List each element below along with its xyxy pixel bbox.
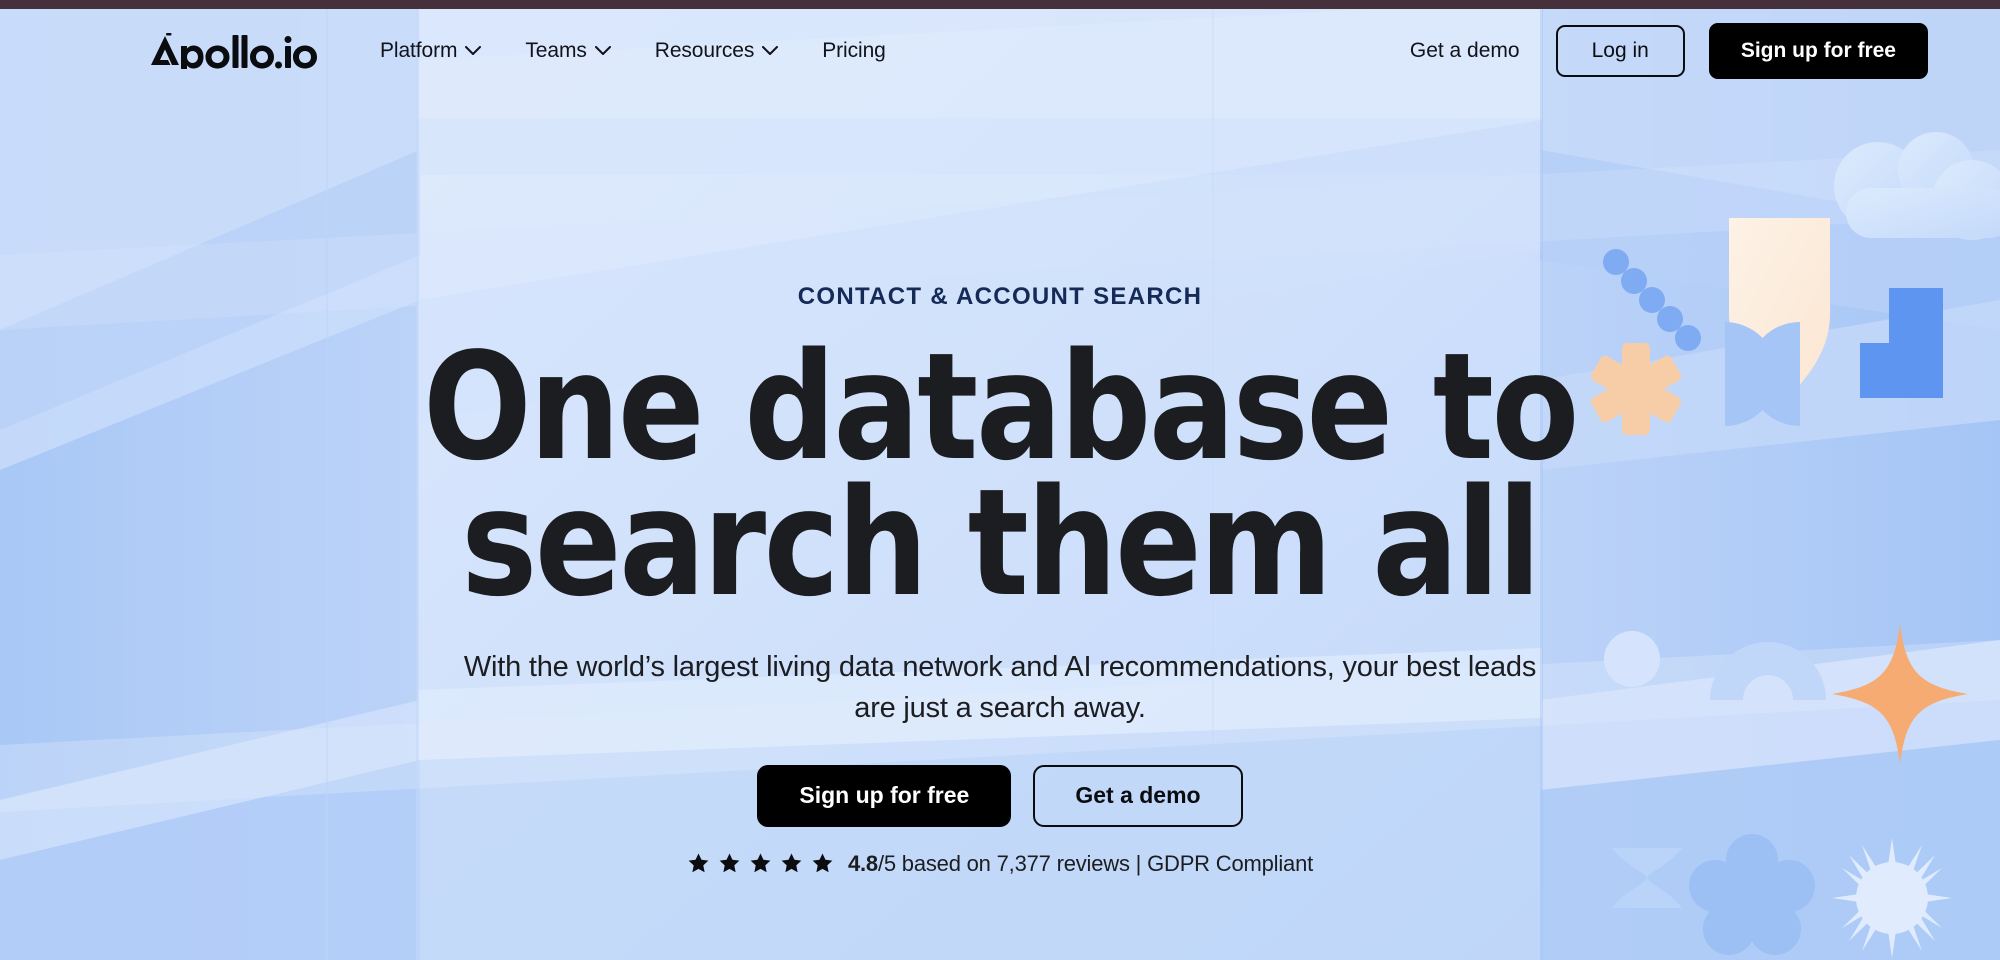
rating-row: 4.8/5 based on 7,377 reviews | GDPR Comp…: [687, 851, 1313, 877]
hero-headline: One database to search them all: [423, 321, 1579, 630]
rating-suffix: /5 based on 7,377 reviews | GDPR Complia…: [877, 850, 1314, 876]
nav-item-label: Resources: [654, 38, 755, 62]
hero-section: CONTACT & ACCOUNT SEARCH One database to…: [0, 92, 2000, 960]
hero-demo-button[interactable]: Get a demo: [1033, 764, 1243, 827]
nav-item-label: Platform: [380, 38, 458, 62]
hero-signup-button[interactable]: Sign up for free: [757, 764, 1012, 827]
chevron-down-icon: [594, 45, 611, 55]
rating-score: 4.8: [847, 850, 878, 876]
signup-button-nav[interactable]: Sign up for free: [1708, 22, 1928, 79]
hero-subheadline: With the world’s largest living data net…: [463, 651, 1537, 725]
headline-line-2: search them all: [461, 457, 1541, 630]
nav-links: Platform Teams Resources Pricing: [358, 29, 908, 73]
star-icon: [781, 853, 802, 873]
star-icon: [688, 853, 709, 873]
hero-cta-row: Sign up for free Get a demo: [757, 764, 1243, 827]
star-icon: [812, 853, 833, 873]
nav-item-resources[interactable]: Resources: [633, 29, 800, 73]
nav-get-a-demo-link[interactable]: Get a demo: [1398, 29, 1532, 73]
nav-item-pricing[interactable]: Pricing: [800, 29, 908, 73]
nav-item-label: Teams: [525, 38, 587, 62]
chevron-down-icon: [465, 45, 482, 55]
star-icon: [750, 853, 771, 873]
login-button[interactable]: Log in: [1555, 24, 1685, 77]
top-accent-bar: [0, 0, 2000, 9]
main-navigation: Platform Teams Resources Pricing Get a d…: [0, 9, 2000, 92]
apollo-logo[interactable]: [150, 31, 318, 71]
nav-item-platform[interactable]: Platform: [358, 29, 503, 73]
chevron-down-icon: [762, 45, 779, 55]
rating-text: 4.8/5 based on 7,377 reviews | GDPR Comp…: [848, 851, 1313, 877]
hero-eyebrow: CONTACT & ACCOUNT SEARCH: [797, 283, 1203, 310]
nav-actions: Get a demo Log in Sign up for free: [1398, 22, 1928, 79]
star-rating: [687, 852, 834, 875]
landing-page: Platform Teams Resources Pricing Get a d…: [0, 0, 2000, 960]
nav-item-label: Pricing: [822, 38, 886, 62]
star-icon: [719, 853, 740, 873]
headline-line-1: One database to: [423, 321, 1579, 493]
nav-item-teams[interactable]: Teams: [503, 29, 632, 73]
